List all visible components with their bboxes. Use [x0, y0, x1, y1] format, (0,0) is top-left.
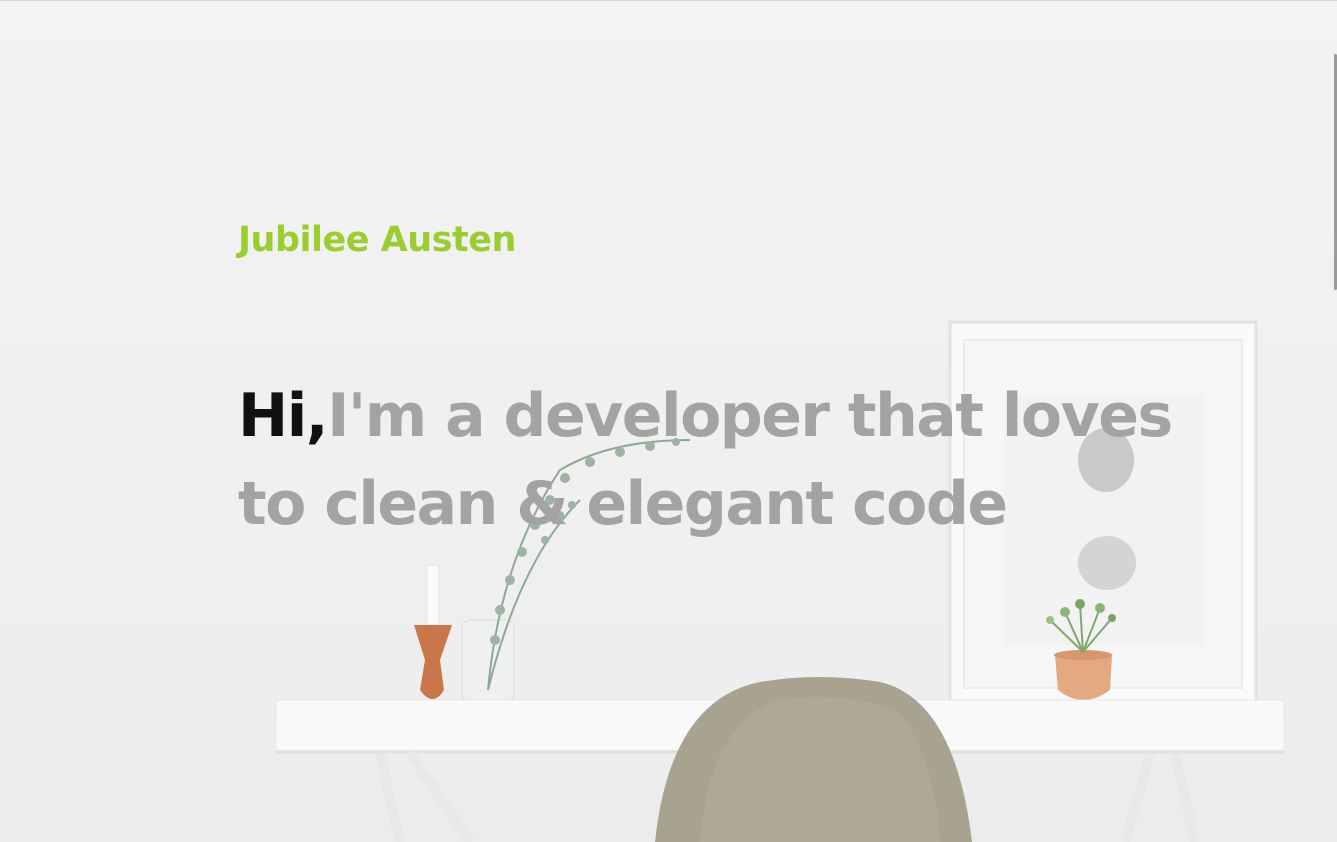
candle-holder	[414, 564, 452, 699]
page: Jubilee Austen Hi,I'm a developer that l…	[0, 0, 1337, 842]
hero-greeting: Hi,	[238, 381, 329, 451]
hero-tagline: I'm a developer that loves to clean & el…	[238, 381, 1173, 539]
hero-headline: Hi,I'm a developer that loves to clean &…	[238, 372, 1198, 548]
